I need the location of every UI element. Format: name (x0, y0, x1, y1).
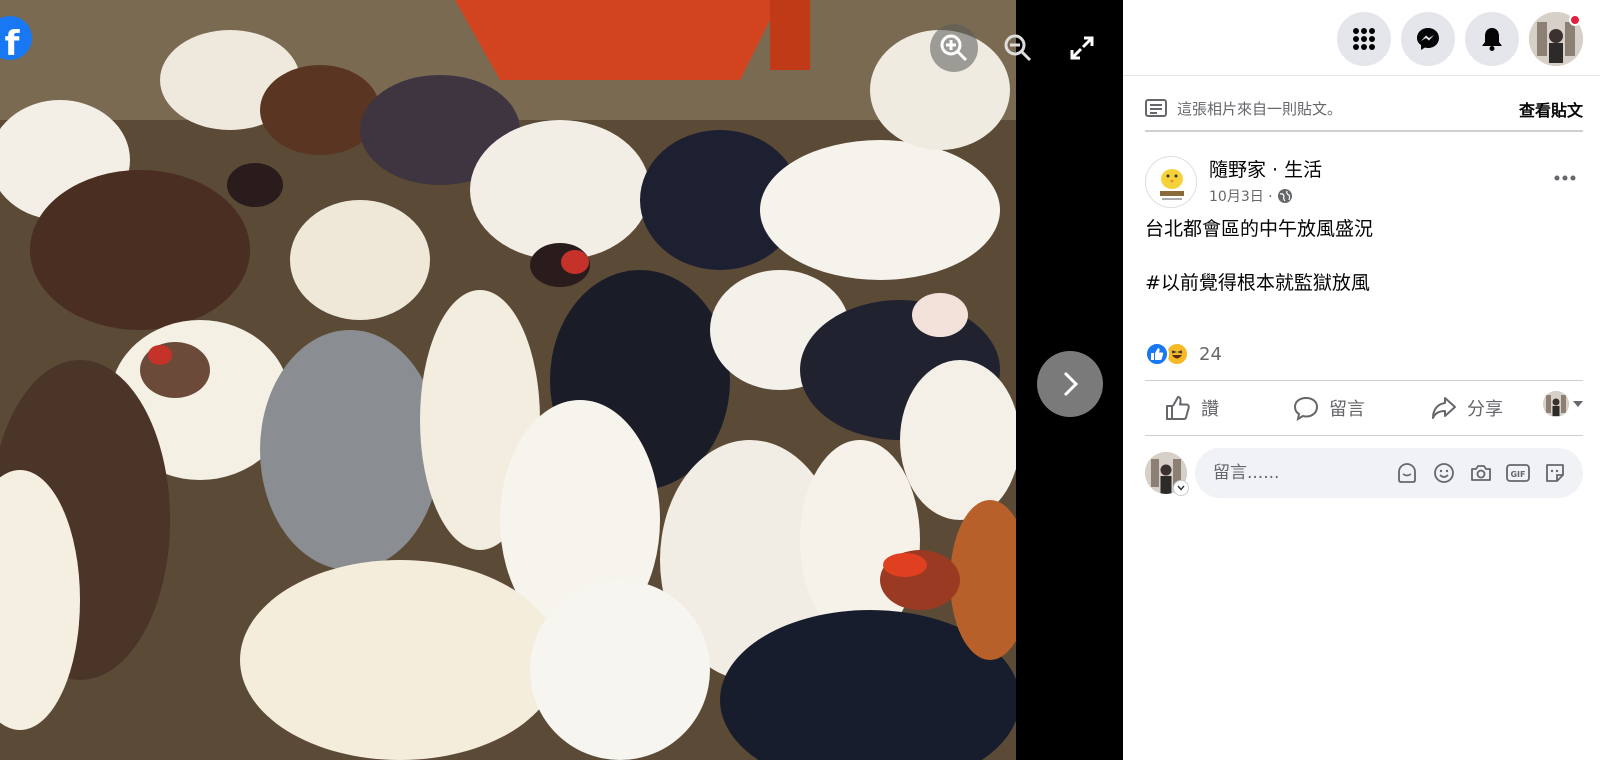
svg-text:GIF: GIF (1510, 470, 1525, 479)
comment-input[interactable] (1213, 461, 1383, 485)
share-icon (1432, 397, 1456, 419)
chevron-down-icon[interactable] (1173, 480, 1189, 496)
chicken-photo (0, 0, 1016, 760)
emoji-icon[interactable] (1432, 461, 1456, 485)
reaction-summary[interactable]: 24 (1145, 340, 1222, 368)
sticker-icon[interactable] (1543, 461, 1567, 485)
sticker-avatar-icon[interactable] (1395, 461, 1419, 485)
mini-avatar (1543, 391, 1569, 417)
caret-down-icon (1573, 401, 1583, 407)
origin-text: 這張相片來自一則貼文。 (1177, 99, 1343, 118)
post-date[interactable]: 10月3日 · (1209, 186, 1273, 206)
like-label: 讚 (1201, 399, 1219, 420)
post-sidebar: 這張相片來自一則貼文。 查看貼文 隨野家 · 生活 10月3日 · 台北都會區的… (1123, 0, 1600, 760)
comment-label: 留言 (1329, 399, 1365, 420)
gif-icon[interactable]: GIF (1506, 461, 1530, 485)
post-text-icon (1145, 99, 1167, 117)
bell-icon[interactable] (1465, 12, 1519, 66)
comment-icon (1293, 396, 1319, 421)
author-name[interactable]: 隨野家 · 生活 (1209, 155, 1322, 182)
comment-composer: GIF (1145, 448, 1583, 498)
page-avatar[interactable] (1145, 156, 1197, 208)
camera-icon[interactable] (1469, 461, 1493, 485)
post-body: 台北都會區的中午放風盛況 #以前覺得根本就監獄放風 (1145, 216, 1583, 324)
messenger-icon[interactable] (1401, 12, 1455, 66)
post-header: 隨野家 · 生活 10月3日 · (1145, 152, 1583, 208)
notification-dot (1569, 14, 1581, 26)
post-actions: 讚 留言 分享 (1145, 380, 1583, 436)
comment-button[interactable]: 留言 (1293, 389, 1365, 427)
post-text-line: 台北都會區的中午放風盛況 (1145, 218, 1374, 240)
post-hashtag[interactable]: #以前覺得根本就監獄放風 (1145, 270, 1583, 296)
view-post-link[interactable]: 查看貼文 (1519, 97, 1583, 121)
post-timestamp[interactable]: 10月3日 · (1209, 186, 1293, 206)
like-reaction-icon (1145, 342, 1169, 366)
share-button[interactable]: 分享 (1431, 389, 1503, 427)
next-photo-button[interactable] (1037, 351, 1103, 417)
comment-box[interactable]: GIF (1195, 448, 1583, 498)
top-navigation (1123, 0, 1600, 76)
chevron-right-icon (1063, 371, 1079, 397)
photo-viewer: f (0, 0, 1123, 760)
zoom-out-icon[interactable] (994, 24, 1042, 72)
more-options-icon[interactable] (1547, 160, 1583, 196)
photo-origin-banner: 這張相片來自一則貼文。 查看貼文 (1145, 86, 1583, 132)
like-button[interactable]: 讚 (1165, 389, 1219, 427)
thumbs-up-icon (1166, 396, 1190, 420)
comment-as-selector[interactable] (1543, 391, 1583, 417)
grid-menu-icon[interactable] (1337, 12, 1391, 66)
reaction-count[interactable]: 24 (1199, 344, 1222, 365)
zoom-in-icon[interactable] (930, 24, 978, 72)
fullscreen-icon[interactable] (1058, 24, 1106, 72)
globe-icon (1277, 189, 1292, 203)
share-label: 分享 (1467, 399, 1503, 420)
